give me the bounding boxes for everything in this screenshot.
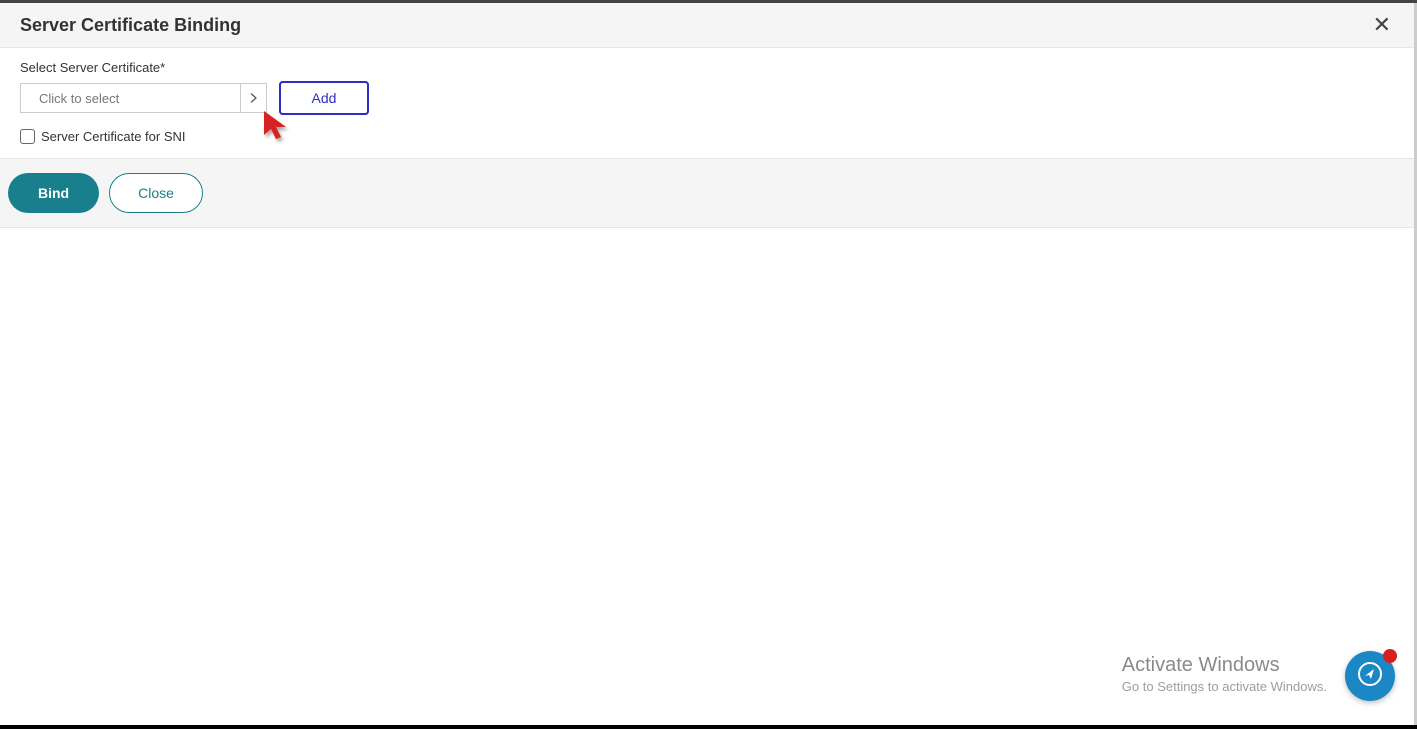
watermark-subtitle: Go to Settings to activate Windows. xyxy=(1122,679,1327,694)
form-area: Select Server Certificate* Add Server Ce… xyxy=(0,48,1417,158)
field-row: Add xyxy=(20,81,1397,115)
sni-checkbox-row: Server Certificate for SNI xyxy=(20,129,1397,144)
help-fab-button[interactable] xyxy=(1345,651,1395,701)
paper-plane-icon xyxy=(1357,661,1383,692)
select-certificate-label: Select Server Certificate* xyxy=(20,60,1397,75)
sni-checkbox[interactable] xyxy=(20,129,35,144)
certificate-select-input[interactable] xyxy=(21,84,240,112)
close-icon[interactable]: ✕ xyxy=(1367,14,1397,36)
sni-checkbox-label[interactable]: Server Certificate for SNI xyxy=(41,129,186,144)
add-button[interactable]: Add xyxy=(279,81,369,115)
windows-activation-watermark: Activate Windows Go to Settings to activ… xyxy=(1122,654,1327,694)
dialog-footer: Bind Close xyxy=(0,158,1417,228)
notification-badge-icon xyxy=(1383,649,1397,663)
dialog-title: Server Certificate Binding xyxy=(20,15,241,36)
bind-button[interactable]: Bind xyxy=(8,173,99,213)
dialog-header: Server Certificate Binding ✕ xyxy=(0,3,1417,48)
chevron-right-icon[interactable] xyxy=(240,84,266,112)
watermark-title: Activate Windows xyxy=(1122,654,1327,677)
certificate-select[interactable] xyxy=(20,83,267,113)
window-bottom-border xyxy=(0,725,1417,729)
close-button[interactable]: Close xyxy=(109,173,203,213)
